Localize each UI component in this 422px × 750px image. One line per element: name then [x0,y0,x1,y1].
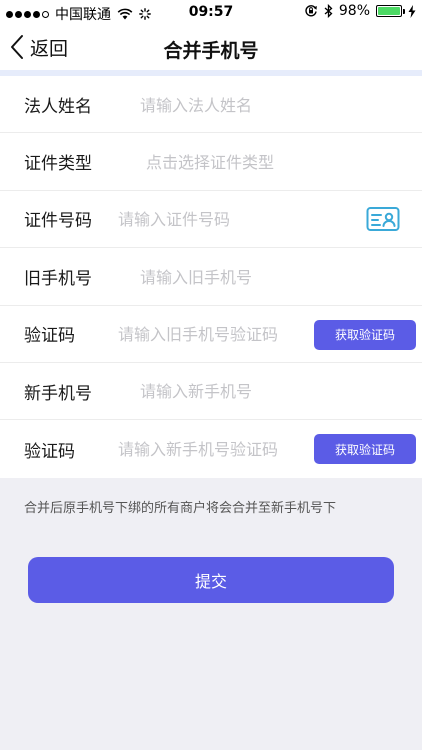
nav-bar: 返回 合并手机号 [0,24,422,70]
id-card-icon[interactable] [366,205,400,233]
old-code-label: 验证码 [24,326,75,347]
id-number-input[interactable] [118,204,348,235]
new-phone-label: 新手机号 [24,383,92,404]
id-type-label: 证件类型 [24,154,92,175]
status-right: 98% [304,3,416,19]
new-phone-input[interactable] [140,376,400,407]
page-title: 合并手机号 [163,40,259,62]
old-phone-input[interactable] [140,262,400,293]
orientation-lock-icon [305,5,317,17]
form-row-legal-name: 法人姓名 [0,76,422,134]
get-old-code-button[interactable]: 获取验证码 [314,319,416,350]
charging-bolt-icon [408,4,416,18]
status-bar: 中国联通 09:57 98% [0,0,422,24]
merge-phone-form: 法人姓名 证件类型 证件号码 旧手机号 验证码 获取验证码 新手机号 验证码 获… [0,76,422,478]
id-number-label: 证件号码 [24,211,92,232]
new-code-input[interactable] [118,434,308,465]
get-new-code-button[interactable]: 获取验证码 [314,434,416,465]
merge-note: 合并后原手机号下绑的所有商户将会合并至新手机号下 [24,501,337,516]
submit-button[interactable]: 提交 [28,557,394,603]
battery-percent: 98% [338,3,370,19]
form-row-old-code: 验证码 获取验证码 [0,306,422,363]
form-row-old-phone: 旧手机号 [0,248,422,306]
legal-name-label: 法人姓名 [24,96,92,117]
form-row-id-number: 证件号码 [0,191,422,249]
id-type-select[interactable] [146,147,396,178]
form-row-id-type[interactable]: 证件类型 [0,133,422,191]
old-phone-label: 旧手机号 [24,268,92,289]
legal-name-input[interactable] [140,90,400,120]
new-code-label: 验证码 [24,441,75,462]
battery-icon [376,5,405,17]
old-code-input[interactable] [118,319,308,350]
bluetooth-icon [324,4,333,18]
form-row-new-phone: 新手机号 [0,363,422,421]
form-row-new-code: 验证码 获取验证码 [0,420,422,477]
